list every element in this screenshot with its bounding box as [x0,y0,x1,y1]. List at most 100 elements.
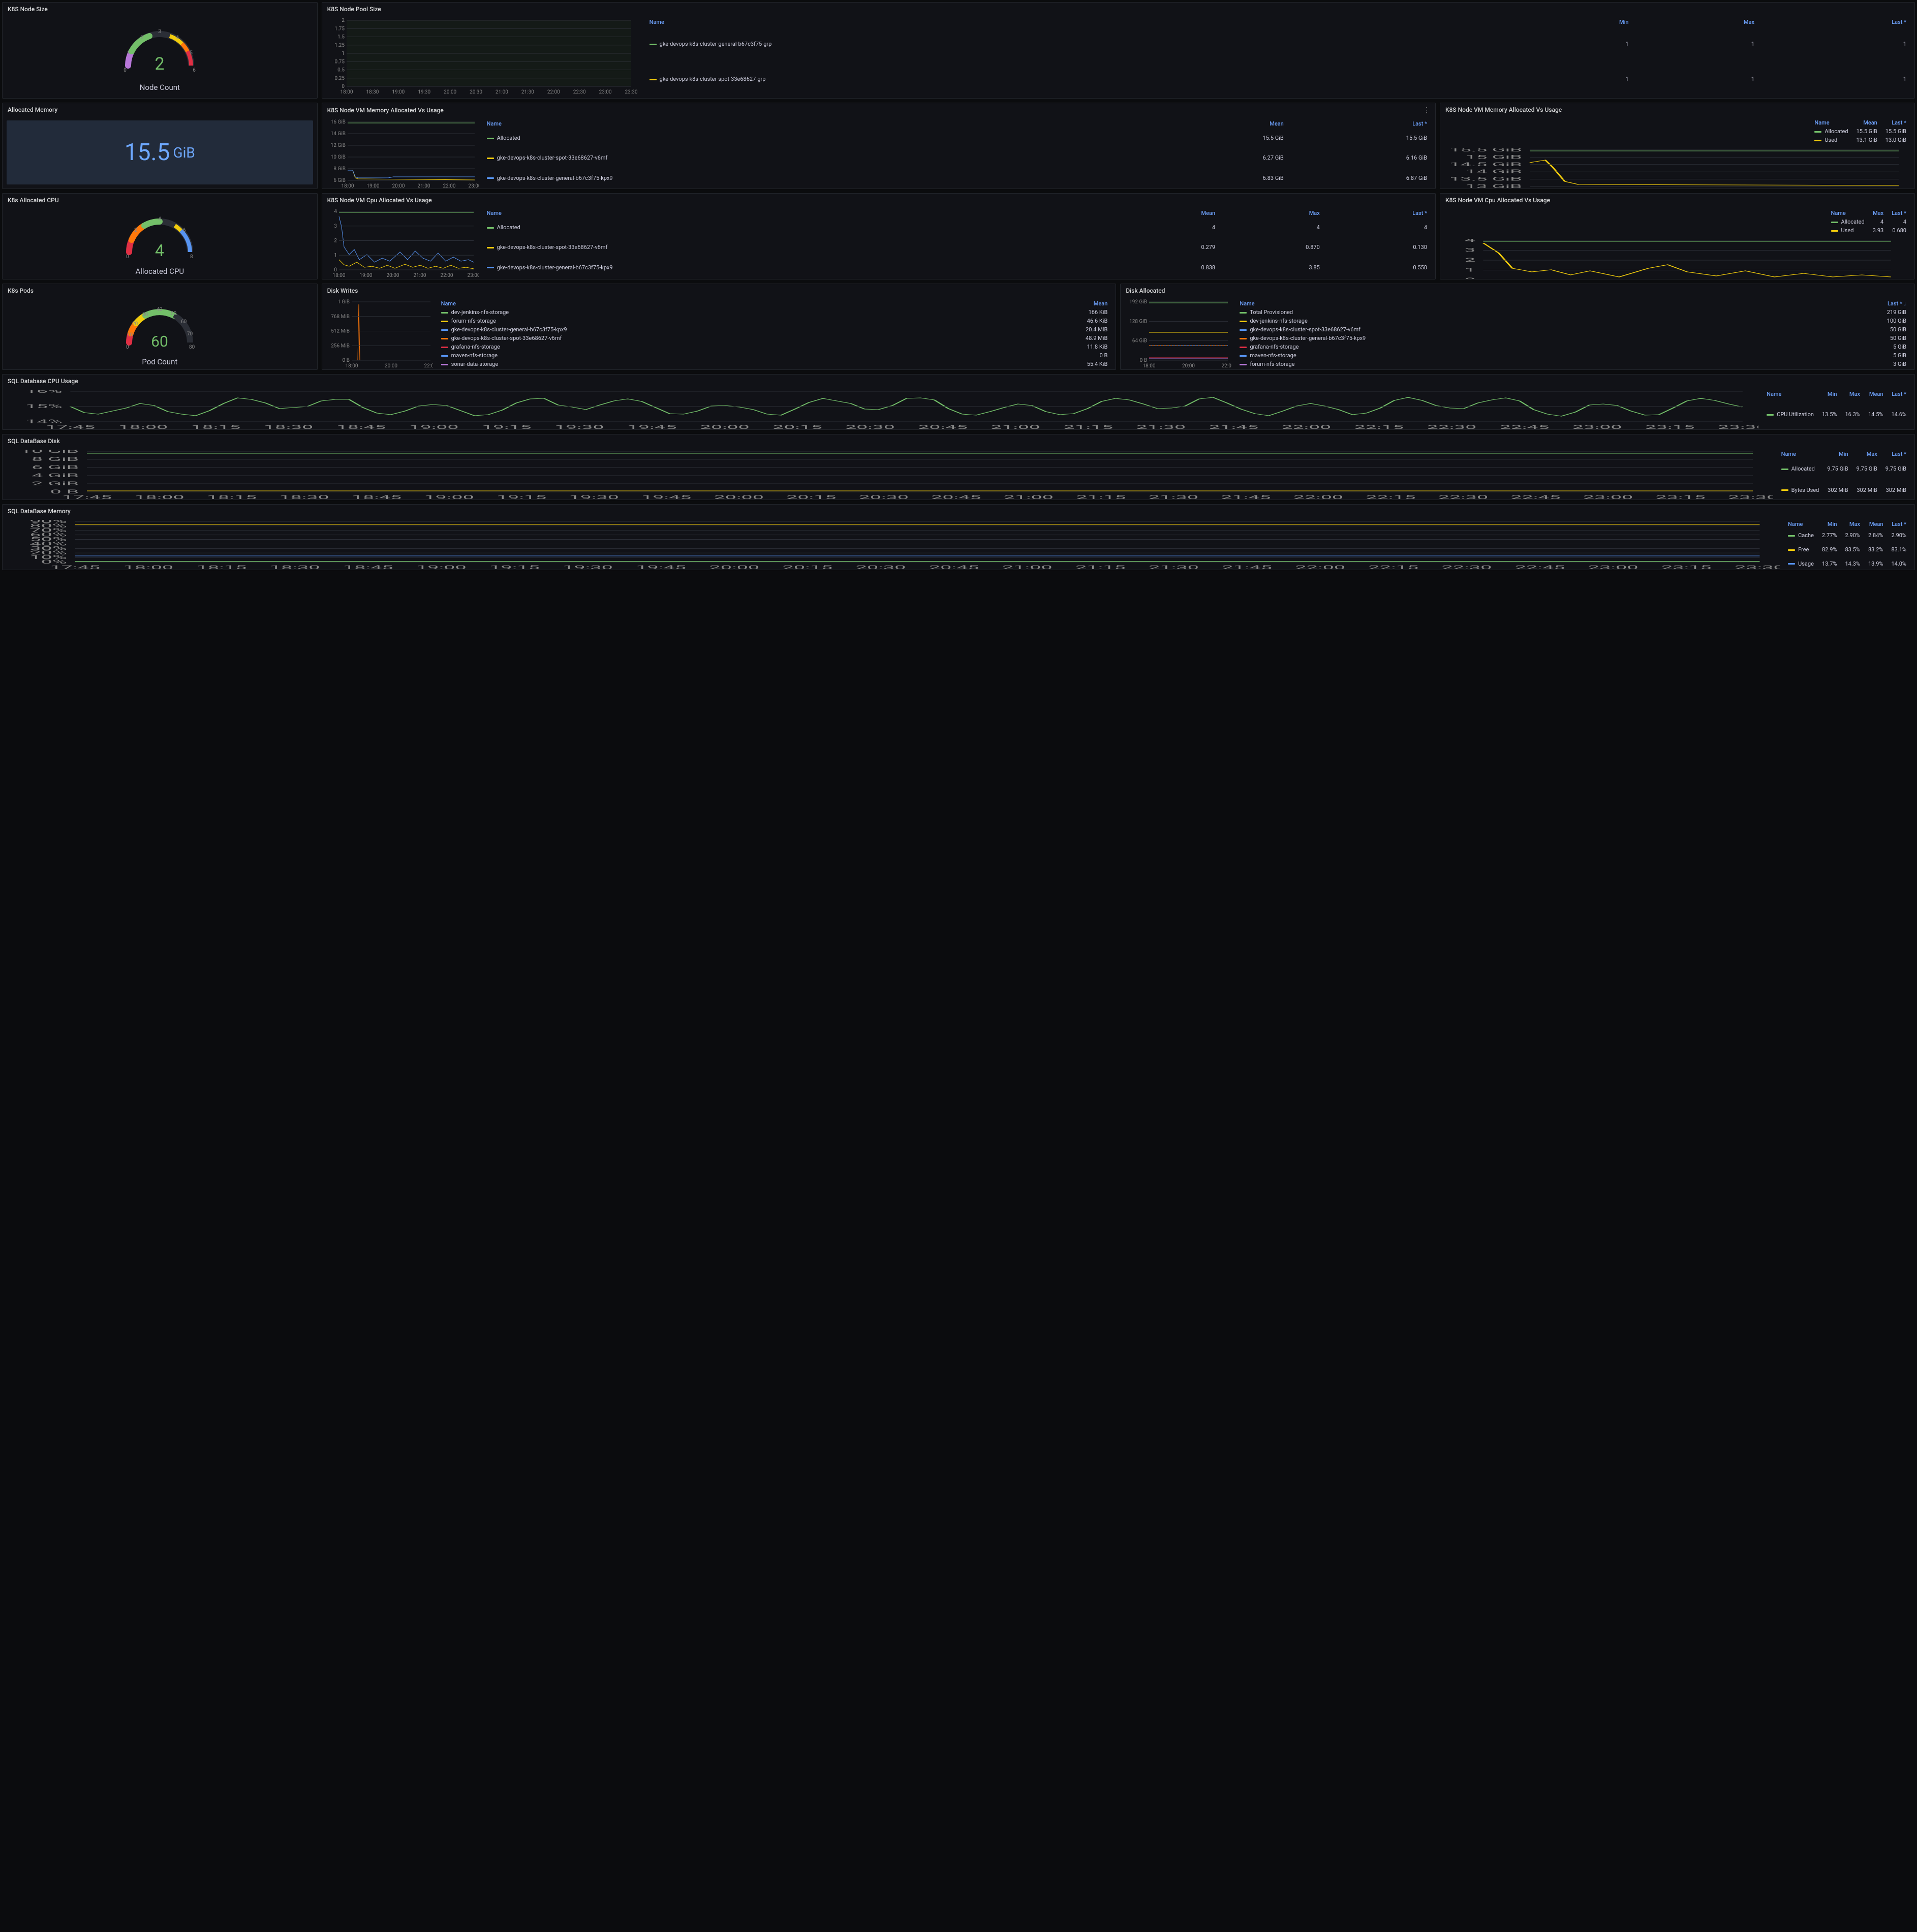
svg-text:20:15: 20:15 [783,565,833,570]
panel-title[interactable]: Disk Writes [322,284,1116,297]
svg-text:20:00: 20:00 [714,494,764,500]
panel-disk-alloc: Disk Allocated 0 B64 GiB128 GiB192 GiB 1… [1120,284,1915,370]
legend-cpu-alloc-2: Name Max Last * Allocated44Used3.930.680 [1827,209,1910,235]
legend-row[interactable]: sonar-data-storage3 GiB [1235,368,1910,370]
svg-text:22:15: 22:15 [1369,565,1419,570]
svg-text:22:45: 22:45 [1510,494,1560,500]
svg-text:14.5 GiB: 14.5 GiB [1449,161,1522,167]
legend-row[interactable]: gke-devops-k8s-cluster-spot-33e68627-v6m… [1235,325,1910,334]
legend-row[interactable]: gke-devops-k8s-cluster-general-b67c3f75-… [437,325,1112,334]
svg-text:20:00: 20:00 [386,273,399,277]
legend-row[interactable]: Cache2.77%2.90%2.84%2.90% [1784,528,1910,543]
svg-text:19:30: 19:30 [418,89,430,95]
panel-title[interactable]: K8s Allocated CPU [3,194,317,207]
svg-text:22:00: 22:00 [1282,424,1332,430]
legend-row[interactable]: Allocated9.75 GiB9.75 GiB9.75 GiB [1777,458,1910,480]
legend-row[interactable]: gke-devops-k8s-cluster-spot-33e68627-v6m… [483,237,1431,257]
panel-title[interactable]: K8S Node Pool Size [322,3,1914,16]
panel-title[interactable]: Allocated Memory [3,103,317,116]
svg-text:21:30: 21:30 [1149,565,1199,570]
legend-row[interactable]: grafana-nfs-storage11.8 KiB [437,342,1112,351]
svg-text:4: 4 [1465,239,1476,243]
panel-title[interactable]: K8S Node VM Cpu Allocated Vs Usage [322,194,1435,207]
svg-text:1.5: 1.5 [337,35,345,40]
svg-text:10 GiB: 10 GiB [330,154,345,160]
svg-text:18:15: 18:15 [207,494,257,500]
panel-sql-mem: SQL DataBase Memory 0%10%20%30%40%50%60%… [2,504,1915,570]
legend-row[interactable]: Total Provisioned219 GiB [1235,308,1910,317]
legend-row[interactable]: Allocated444 [483,217,1431,237]
legend-row[interactable]: forum-nfs-storage3 GiB [1235,360,1910,368]
legend-row[interactable]: grafana-nfs-storage5 GiB [1235,342,1910,351]
legend-row[interactable]: Used3.930.680 [1827,226,1910,235]
svg-text:22:30: 22:30 [1427,424,1477,430]
legend-row[interactable]: CPU Utilization13.5%16.3%14.5%14.6% [1763,398,1910,430]
legend-row[interactable]: forum-nfs-storage46.6 KiB [437,317,1112,325]
svg-text:14 GiB: 14 GiB [330,131,345,137]
svg-text:23:30: 23:30 [625,89,637,95]
gauge-alloc-cpu: 4 0 2 4 6 8 Allocated CPU [7,209,313,276]
svg-text:2: 2 [1465,257,1475,263]
svg-text:18:30: 18:30 [264,424,314,430]
panel-title[interactable]: K8s Pods [3,284,317,297]
legend-row[interactable]: Free82.9%83.5%83.2%83.1% [1784,543,1910,557]
svg-text:19:30: 19:30 [569,494,619,500]
legend-row[interactable]: dev-jenkins-nfs-storage100 GiB [1235,317,1910,325]
svg-text:20:00: 20:00 [709,565,759,570]
svg-text:3: 3 [334,224,337,229]
svg-text:256 MiB: 256 MiB [331,343,350,349]
panel-title[interactable]: K8S Node VM Memory Allocated Vs Usage [1440,103,1914,116]
legend-row[interactable]: Allocated44 [1827,217,1910,226]
svg-text:768 MiB: 768 MiB [331,314,350,320]
legend-row[interactable]: maven-nfs-storage0 B [437,351,1112,360]
svg-text:192 GiB: 192 GiB [1130,299,1148,305]
legend-row[interactable]: sonar-nfs-storage0 B [437,368,1112,370]
panel-cpu-alloc-usage: K8S Node VM Cpu Allocated Vs Usage 01234… [322,193,1436,279]
svg-text:20:00: 20:00 [392,183,405,188]
panel-title[interactable]: K8S Node Size [3,3,317,16]
svg-text:21:30: 21:30 [1149,494,1198,500]
legend-row[interactable]: gke-devops-k8s-cluster-spot-33e68627-v6m… [437,334,1112,342]
panel-title[interactable]: SQL DataBase Disk [3,434,1914,448]
legend-row[interactable]: Allocated15.5 GiB15.5 GiB [1810,127,1910,136]
svg-text:1: 1 [342,51,345,56]
legend-row[interactable]: Bytes Used302 MiB302 MiB302 MiB [1777,480,1910,501]
svg-text:1: 1 [127,50,130,56]
svg-text:20:30: 20:30 [856,565,906,570]
legend-row[interactable]: Usage13.7%14.3%13.9%14.0% [1784,556,1910,570]
svg-text:20:45: 20:45 [931,494,981,500]
svg-text:90%: 90% [29,520,67,524]
legend-row[interactable]: gke-devops-k8s-cluster-general-b67c3f75-… [645,26,1910,61]
panel-title[interactable]: SQL DataBase Memory [3,505,1914,518]
svg-text:64 GiB: 64 GiB [1132,338,1147,344]
legend-row[interactable]: Allocated15.5 GiB15.5 GiB [483,128,1431,148]
chart-sql-cpu: 14%15%16% 17:4518:0018:1518:3018:4519:00… [7,390,1758,430]
svg-text:18:00: 18:00 [134,494,184,500]
legend-row[interactable]: dev-jenkins-nfs-storage166 KiB [437,308,1112,317]
legend-row[interactable]: Used13.1 GiB13.0 GiB [1810,136,1910,144]
panel-title-text[interactable]: K8S Node VM Memory Allocated Vs Usage [327,107,444,114]
panel-menu-icon[interactable]: ⋮ [1423,106,1430,114]
legend-row[interactable]: gke-devops-k8s-cluster-general-b67c3f75-… [483,168,1431,188]
chart-sql-disk: 0 B2 GiB4 GiB6 GiB8 GiB10 GiB 17:4518:00… [7,450,1773,500]
svg-text:12 GiB: 12 GiB [330,143,345,148]
legend-row[interactable]: sonar-data-storage55.4 KiB [437,360,1112,368]
legend-cpu-alloc: Name Mean Max Last * Allocated444gke-dev… [483,209,1431,277]
panel-title[interactable]: Disk Allocated [1121,284,1914,297]
svg-text:18:00: 18:00 [118,424,168,430]
svg-text:18:00: 18:00 [123,565,174,570]
svg-text:20:00: 20:00 [700,424,750,430]
svg-text:20:30: 20:30 [845,424,895,430]
legend-row[interactable]: gke-devops-k8s-cluster-spot-33e68627-v6m… [483,148,1431,168]
svg-text:21:30: 21:30 [521,89,534,95]
svg-text:1 GiB: 1 GiB [337,299,350,305]
svg-text:22:00: 22:00 [443,183,455,188]
svg-text:18:30: 18:30 [366,89,379,95]
legend-row[interactable]: gke-devops-k8s-cluster-spot-33e68627-grp… [645,61,1910,97]
panel-title[interactable]: SQL Database CPU Usage [3,375,1914,388]
legend-row[interactable]: gke-devops-k8s-cluster-general-b67c3f75-… [1235,334,1910,342]
panel-title[interactable]: K8S Node VM Cpu Allocated Vs Usage [1440,194,1914,207]
svg-text:21:00: 21:00 [413,273,426,277]
legend-row[interactable]: maven-nfs-storage5 GiB [1235,351,1910,360]
legend-row[interactable]: gke-devops-k8s-cluster-general-b67c3f75-… [483,258,1431,277]
